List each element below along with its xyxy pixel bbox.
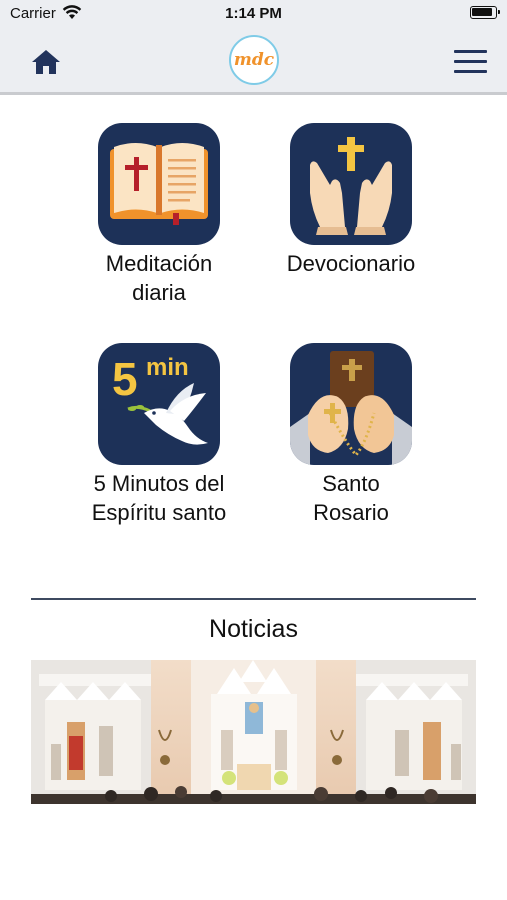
news-image-church-altar[interactable] [31, 660, 476, 804]
badge-unit: min [146, 354, 189, 381]
dove-5min-icon: 5 min [98, 343, 220, 465]
praying-hands-cross-icon [290, 123, 412, 245]
tile-5-minutos-espiritu-santo[interactable]: 5 min 5 Minutos del Espíritu santo [74, 343, 244, 527]
tile-label: Santo Rosario [313, 471, 389, 525]
section-divider [31, 598, 476, 600]
app-logo: mdc [229, 35, 279, 85]
rosary-hands-icon [290, 343, 412, 465]
hamburger-menu-icon[interactable] [454, 50, 487, 74]
status-bar: Carrier 1:14 PM [0, 0, 507, 28]
tile-devocionario[interactable]: Devocionario [266, 123, 436, 278]
tile-santo-rosario[interactable]: Santo Rosario [266, 343, 436, 527]
tile-label: Meditación diaria [105, 251, 213, 305]
tile-label: 5 Minutos del Espíritu santo [91, 471, 227, 525]
battery-icon [470, 6, 500, 19]
tile-meditacion-diaria[interactable]: Meditación diaria [74, 123, 244, 307]
home-icon[interactable] [30, 48, 62, 76]
badge-number: 5 [112, 353, 138, 405]
news-title: Noticias [209, 615, 298, 643]
nav-bar: mdc [0, 28, 507, 95]
open-bible-icon [98, 123, 220, 245]
tile-label: Devocionario [286, 251, 416, 276]
clock: 1:14 PM [225, 5, 282, 22]
logo-text: mdc [233, 50, 275, 70]
